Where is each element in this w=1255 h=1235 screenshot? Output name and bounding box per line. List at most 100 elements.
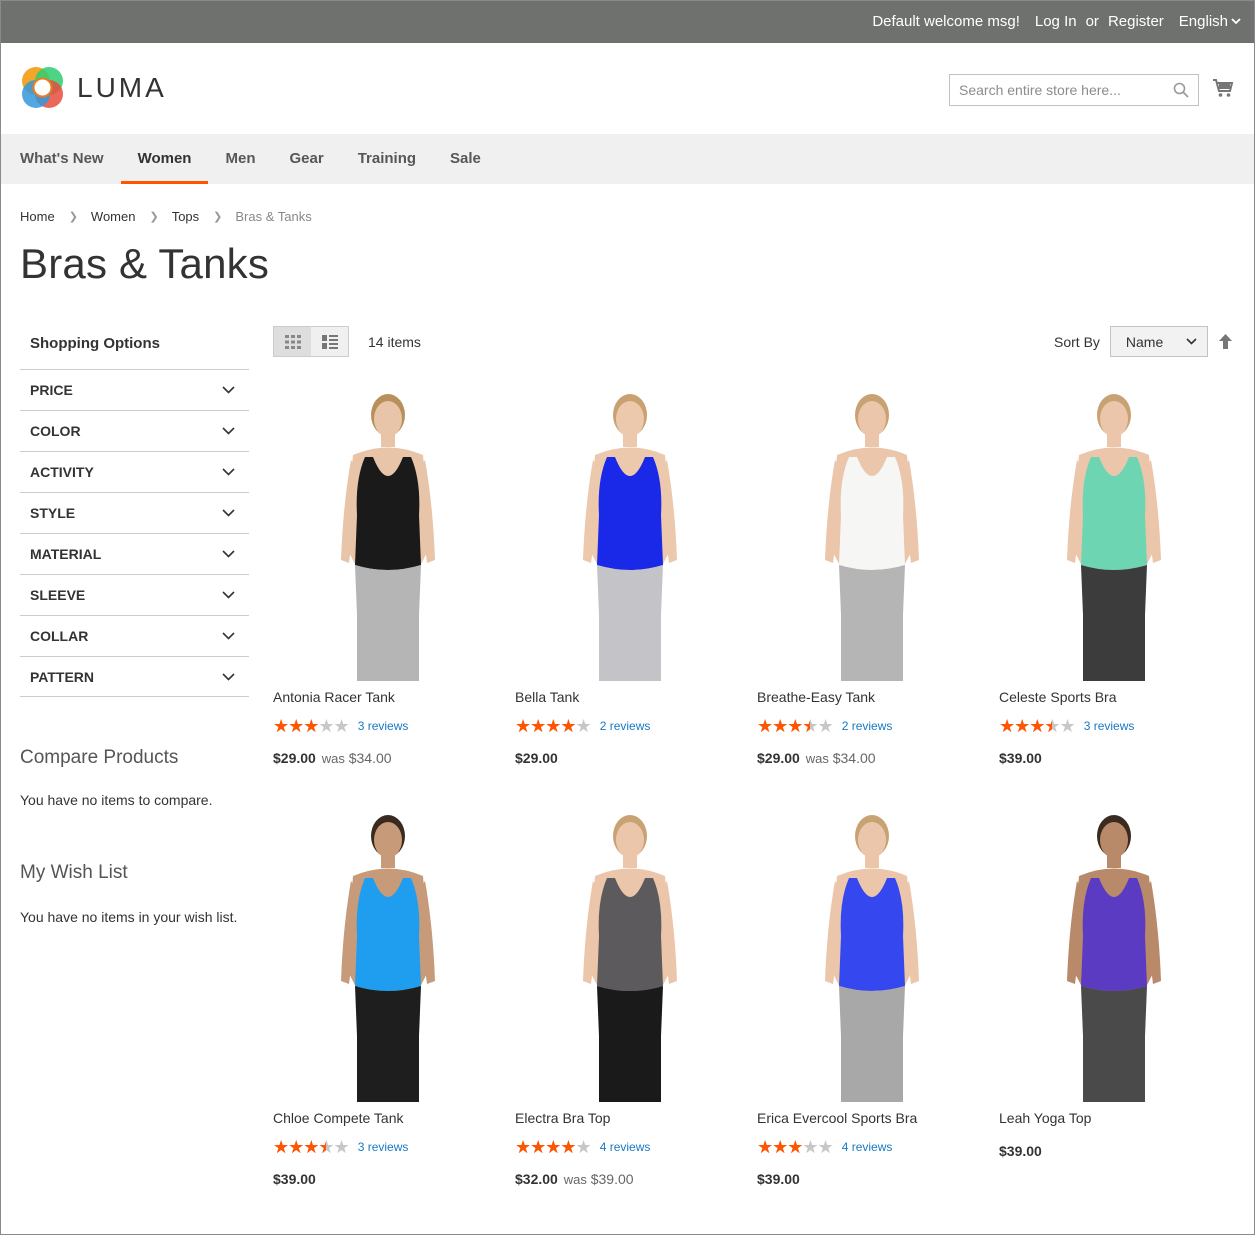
filter-collar[interactable]: COLLAR [20,615,249,656]
grid-mode-button[interactable] [274,327,311,356]
login-link[interactable]: Log In [1035,13,1077,30]
star-rating-icon: ★★★★★★★★★★ [515,716,592,736]
filter-label: COLOR [30,423,81,439]
final-price: $39.00 [757,1171,800,1187]
grid-icon [284,334,301,349]
product-photo[interactable] [273,806,503,1102]
header: LUMA [0,43,1255,134]
old-price: $34.00 [348,750,392,766]
view-mode-switcher [273,326,349,357]
chevron-down-icon [222,632,235,640]
search-box[interactable] [949,74,1199,106]
nav-training[interactable]: Training [341,134,433,184]
product-photo[interactable] [273,385,503,681]
product-photo[interactable] [757,806,987,1102]
product-price: $39.00 [999,1143,1241,1159]
product-name[interactable]: Leah Yoga Top [999,1110,1241,1130]
main-nav: What's New Women Men Gear Training Sale [0,134,1255,184]
reviews-link[interactable]: 3 reviews [1084,719,1135,733]
product-photo[interactable] [515,385,745,681]
product-photo-illustration [341,815,435,1102]
search-icon[interactable] [1173,82,1189,98]
reviews-link[interactable]: 4 reviews [600,1140,651,1154]
product-rating: ★★★★★★★★★★ 3 reviews [273,717,515,735]
product-card[interactable]: Chloe Compete Tank ★★★★★★★★★★ 3 reviews $39… [273,806,515,1187]
wishlist-empty: You have no items in your wish list. [20,909,238,925]
product-card[interactable]: Electra Bra Top ★★★★★★★★★★ 4 reviews $32.00… [515,806,757,1187]
breadcrumb-tops[interactable]: Tops [172,209,199,224]
filter-price[interactable]: PRICE [20,369,249,410]
filter-label: SLEEVE [30,587,86,603]
product-price: $39.00 [757,1171,999,1187]
cart-icon[interactable] [1212,78,1234,98]
product-price: $32.00 was $39.00 [515,1171,757,1187]
old-price: $39.00 [590,1171,634,1187]
filter-color[interactable]: COLOR [20,410,249,451]
reviews-link[interactable]: 3 reviews [358,719,409,733]
filter-sleeve[interactable]: SLEEVE [20,574,249,615]
breadcrumb-current: Bras & Tanks [235,209,312,224]
store-logo[interactable]: LUMA [20,65,167,110]
sort-select[interactable]: Name [1109,326,1208,357]
product-photo[interactable] [999,806,1229,1102]
product-price: $29.00 [515,750,757,766]
product-photo[interactable] [515,806,745,1102]
product-photo[interactable] [757,385,987,681]
filter-style[interactable]: STYLE [20,492,249,533]
breadcrumb-women[interactable]: Women [91,209,136,224]
filter-material[interactable]: MATERIAL [20,533,249,574]
compare-products-empty: You have no items to compare. [20,792,213,808]
reviews-link[interactable]: 2 reviews [600,719,651,733]
welcome-message: Default welcome msg! [872,13,1020,30]
product-name[interactable]: Bella Tank [515,689,757,709]
final-price: $39.00 [999,750,1042,766]
reviews-link[interactable]: 4 reviews [842,1140,893,1154]
sorter: Sort By Name [1054,326,1232,357]
was-label: was [805,751,829,766]
arrow-up-icon[interactable] [1218,334,1232,349]
product-card[interactable]: Erica Evercool Sports Bra ★★★★★★★★★★ 4 rev… [757,806,999,1187]
final-price: $32.00 [515,1171,558,1187]
breadcrumb-home[interactable]: Home [20,209,55,224]
product-name[interactable]: Electra Bra Top [515,1110,757,1130]
product-name[interactable]: Breathe-Easy Tank [757,689,999,709]
filter-label: STYLE [30,505,76,521]
product-rating: ★★★★★★★★★★ 3 reviews [273,1138,515,1156]
chevron-down-icon [222,550,235,558]
chevron-down-icon [1231,18,1241,25]
star-rating-icon: ★★★★★★★★★★ [757,716,834,736]
filter-list: PRICE COLOR ACTIVITY STYLE MATERIAL SLEE… [20,369,249,697]
chevron-down-icon [222,468,235,476]
filter-activity[interactable]: ACTIVITY [20,451,249,492]
breadcrumb: Home ❯ Women ❯ Tops ❯ Bras & Tanks [20,209,312,224]
product-photo-illustration [1067,394,1161,681]
reviews-link[interactable]: 2 reviews [842,719,893,733]
product-photo[interactable] [999,385,1229,681]
product-card[interactable]: Breathe-Easy Tank ★★★★★★★★★★ 2 reviews $29.… [757,385,999,766]
product-rating: ★★★★★★★★★★ 4 reviews [515,1138,757,1156]
nav-gear[interactable]: Gear [272,134,340,184]
product-name[interactable]: Erica Evercool Sports Bra [757,1110,999,1130]
product-name[interactable]: Chloe Compete Tank [273,1110,515,1130]
reviews-link[interactable]: 3 reviews [358,1140,409,1154]
product-card[interactable]: Leah Yoga Top $39.00 [999,806,1241,1187]
search-input[interactable] [959,82,1173,98]
nav-women[interactable]: Women [120,134,209,184]
product-card[interactable]: Bella Tank ★★★★★★★★★★ 2 reviews $29.00 [515,385,757,766]
was-label: was [563,1172,587,1187]
star-rating-icon: ★★★★★★★★★★ [273,1137,350,1157]
product-card[interactable]: Antonia Racer Tank ★★★★★★★★★★ 3 reviews $29… [273,385,515,766]
nav-whats-new[interactable]: What's New [3,134,121,184]
filter-label: COLLAR [30,628,89,644]
product-photo-illustration [583,394,677,681]
nav-sale[interactable]: Sale [433,134,498,184]
register-link[interactable]: Register [1108,13,1164,30]
filter-pattern[interactable]: PATTERN [20,656,249,697]
product-card[interactable]: Celeste Sports Bra ★★★★★★★★★★ 3 reviews $39… [999,385,1241,766]
chevron-down-icon [1186,338,1197,345]
nav-men[interactable]: Men [208,134,272,184]
list-mode-button[interactable] [311,327,348,356]
product-name[interactable]: Antonia Racer Tank [273,689,515,709]
language-switcher[interactable]: English [1179,13,1241,30]
product-name[interactable]: Celeste Sports Bra [999,689,1241,709]
